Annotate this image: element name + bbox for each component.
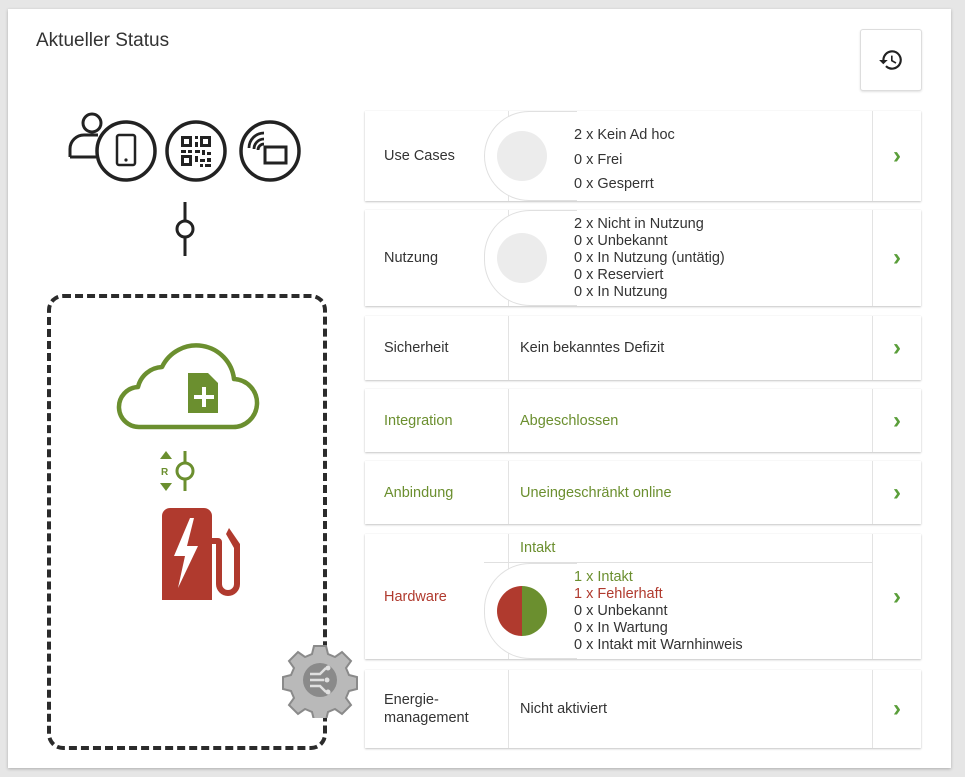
row-lines: 1 x Intakt 1 x Fehlerhaft 0 x Unbekannt … [574, 569, 743, 654]
row-value: 2 x Nicht in Nutzung 0 x Unbekannt 0 x I… [484, 210, 872, 306]
row-label-line2: management [384, 710, 469, 726]
row-hardware: Hardware Intakt 1 x Intakt 1 x Fehlerhaf… [365, 534, 921, 659]
line-item: 0 x Unbekannt [574, 603, 668, 619]
charging-station-icon [162, 508, 240, 600]
qr-code-icon [165, 120, 227, 182]
line-item: 0 x Reserviert [574, 267, 664, 283]
row-open-button[interactable]: › [872, 316, 921, 380]
history-button[interactable] [860, 29, 922, 91]
page-title: Aktueller Status [36, 30, 170, 51]
row-lines: 2 x Kein Ad hoc 0 x Frei 0 x Gesperrt [574, 123, 675, 197]
pie-chart [497, 586, 547, 636]
row-open-button[interactable]: › [872, 111, 921, 201]
line-item: 0 x Unbekannt [574, 233, 668, 249]
line-item: 1 x Fehlerhaft [574, 586, 663, 602]
pie-chart [497, 233, 547, 283]
chevron-right-icon: › [893, 582, 901, 610]
line-item: 0 x Intakt mit Warnhinweis [574, 637, 743, 653]
pie-container [484, 563, 577, 659]
user-app-icon [68, 112, 157, 182]
line-item: 2 x Kein Ad hoc [574, 127, 675, 143]
row-open-button[interactable]: › [872, 670, 921, 748]
row-energiemanagement: Energie- management Nicht aktiviert › [365, 670, 921, 748]
chevron-right-icon: › [893, 334, 901, 361]
status-card: Aktueller Status R Use Cases 2 x Kein Ad… [8, 9, 951, 768]
settings-gear-icon[interactable] [282, 642, 358, 718]
row-value: Kein bekanntes Defizit [520, 340, 665, 356]
pie-container [484, 111, 577, 201]
row-lines: 2 x Nicht in Nutzung 0 x Unbekannt 0 x I… [574, 216, 725, 301]
line-item: 0 x In Wartung [574, 620, 668, 636]
row-open-button[interactable]: › [872, 389, 921, 452]
cloud-document-icon [116, 343, 260, 430]
line-item: 2 x Nicht in Nutzung [574, 216, 704, 232]
row-label: Integration [365, 389, 509, 452]
roaming-connector-icon: R [160, 451, 195, 491]
line-item: 0 x In Nutzung (untätig) [574, 250, 725, 266]
row-value: Abgeschlossen [520, 412, 619, 429]
row-sicherheit: Sicherheit Kein bekanntes Defizit › [365, 316, 921, 380]
row-open-button[interactable]: › [872, 461, 921, 524]
row-label: Sicherheit [365, 316, 509, 380]
line-item: 0 x Frei [574, 151, 623, 168]
chevron-right-icon: › [893, 142, 901, 169]
line-item: 0 x In Nutzung [574, 284, 668, 300]
contactless-card-icon [239, 120, 301, 182]
row-label: Anbindung [365, 461, 509, 524]
connector-icon [175, 202, 195, 256]
line-item: 0 x Gesperrt [574, 176, 654, 192]
chevron-right-icon: › [893, 478, 901, 506]
row-value: Nicht aktiviert [520, 701, 608, 717]
hub-label: R [161, 467, 169, 478]
chevron-right-icon: › [893, 406, 901, 434]
pie-container [484, 210, 577, 306]
row-label-line1: Energie- [384, 692, 439, 708]
row-open-button[interactable]: › [872, 210, 921, 306]
chevron-right-icon: › [893, 695, 901, 722]
row-open-button[interactable]: › [872, 534, 921, 659]
line-item: 1 x Intakt [574, 569, 633, 585]
chevron-right-icon: › [893, 244, 901, 271]
pie-chart [497, 131, 547, 181]
row-value: Intakt 1 x Intakt 1 x Fehlerhaft 0 x Unb… [484, 534, 872, 659]
row-use-cases: Use Cases 2 x Kein Ad hoc 0 x Frei 0 x G… [365, 111, 921, 201]
row-anbindung: Anbindung Uneingeschränkt online › [365, 461, 921, 524]
hardware-detail: 1 x Intakt 1 x Fehlerhaft 0 x Unbekannt … [484, 562, 872, 659]
row-integration: Integration Abgeschlossen › [365, 389, 921, 452]
hardware-summary: Intakt [520, 540, 556, 556]
row-value: 2 x Kein Ad hoc 0 x Frei 0 x Gesperrt [484, 111, 872, 201]
row-value: Uneingeschränkt online [520, 484, 672, 501]
history-icon [879, 50, 902, 70]
row-nutzung: Nutzung 2 x Nicht in Nutzung 0 x Unbekan… [365, 210, 921, 306]
row-label: Energie- management [365, 670, 509, 748]
